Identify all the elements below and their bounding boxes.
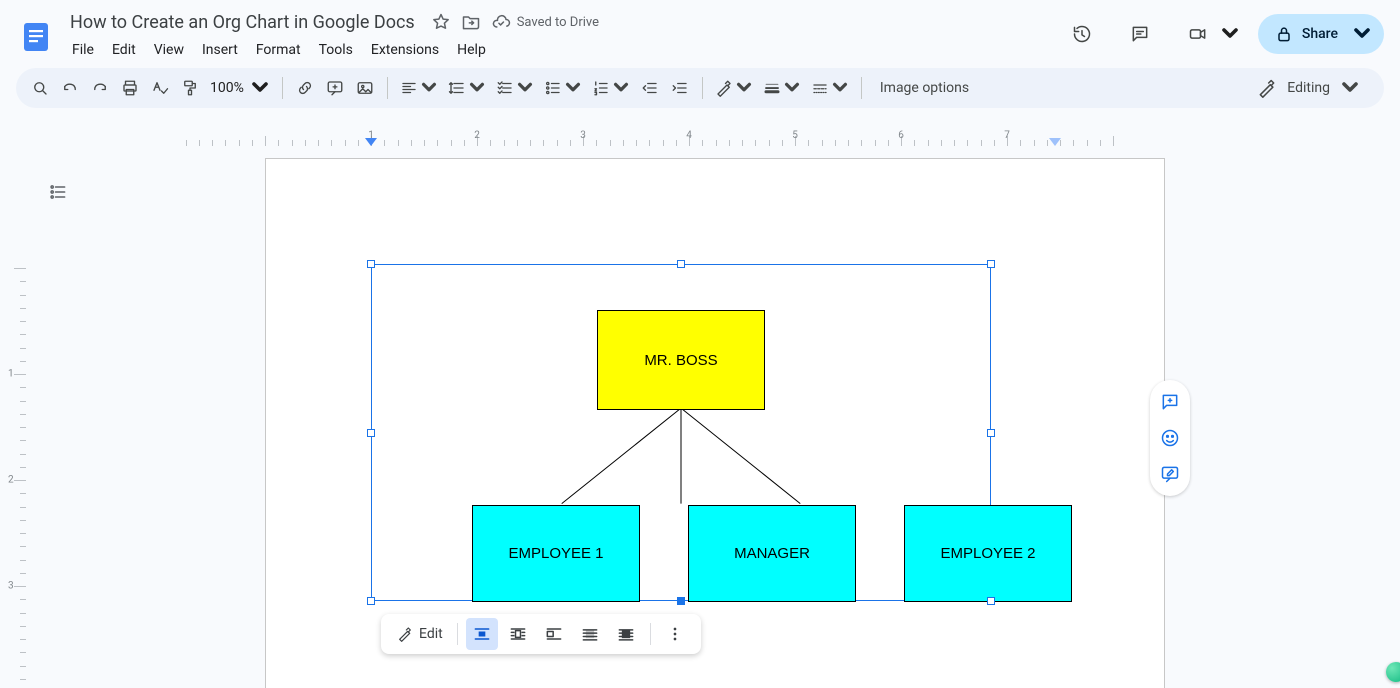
org-node-boss[interactable]: MR. BOSS <box>597 310 765 410</box>
border-weight-dropdown[interactable] <box>759 74 805 102</box>
org-node-manager[interactable]: MANAGER <box>688 505 856 602</box>
spellcheck-icon[interactable] <box>146 74 174 102</box>
menu-extensions[interactable]: Extensions <box>363 38 447 62</box>
insert-image-icon[interactable] <box>351 74 379 102</box>
org-node-employee-2-label: EMPLOYEE 2 <box>940 545 1035 562</box>
search-menus-icon[interactable] <box>26 74 54 102</box>
add-emoji-reaction-icon[interactable] <box>1154 422 1186 454</box>
version-history-icon[interactable] <box>1062 14 1102 54</box>
bulleted-list-dropdown[interactable] <box>540 74 586 102</box>
redo-icon[interactable] <box>86 74 114 102</box>
zoom-value: 100% <box>210 80 244 96</box>
meet-icon[interactable] <box>1178 14 1218 54</box>
decrease-indent-icon[interactable] <box>636 74 664 102</box>
increase-indent-icon[interactable] <box>666 74 694 102</box>
docs-logo[interactable] <box>16 10 56 64</box>
share-label: Share <box>1302 26 1338 42</box>
edit-drawing-label: Edit <box>419 626 443 642</box>
org-node-employee-2[interactable]: EMPLOYEE 2 <box>904 505 1072 602</box>
undo-icon[interactable] <box>56 74 84 102</box>
image-context-toolbar: Edit <box>381 614 701 654</box>
star-icon[interactable] <box>431 12 451 32</box>
add-comment-icon[interactable] <box>321 74 349 102</box>
print-icon[interactable] <box>116 74 144 102</box>
line-spacing-dropdown[interactable] <box>444 74 490 102</box>
org-node-manager-label: MANAGER <box>734 545 810 562</box>
menu-tools[interactable]: Tools <box>311 38 361 62</box>
border-dash-dropdown[interactable] <box>807 74 853 102</box>
main-toolbar: 100% Image options Editing <box>16 68 1384 108</box>
menu-view[interactable]: View <box>146 38 192 62</box>
menu-format[interactable]: Format <box>248 38 309 62</box>
zoom-caret-icon <box>250 78 270 98</box>
org-node-boss-label: MR. BOSS <box>644 352 717 369</box>
image-options-button[interactable]: Image options <box>870 80 979 96</box>
cloud-saved-icon <box>491 12 511 32</box>
horizontal-ruler[interactable]: 1234567 <box>0 130 1400 150</box>
move-to-folder-icon[interactable] <box>461 12 481 32</box>
drawing-selection[interactable]: MR. BOSS EMPLOYEE 1 MANAGER EMPLOYEE 2 <box>371 264 991 601</box>
menu-insert[interactable]: Insert <box>194 38 246 62</box>
in-front-text-icon[interactable] <box>610 618 642 650</box>
wrap-text-icon[interactable] <box>502 618 534 650</box>
zoom-select[interactable]: 100% <box>206 78 274 98</box>
resize-handle-mr[interactable] <box>987 429 995 437</box>
numbered-list-dropdown[interactable] <box>588 74 634 102</box>
open-comments-icon[interactable] <box>1120 14 1160 54</box>
menu-help[interactable]: Help <box>449 38 494 62</box>
behind-text-icon[interactable] <box>574 618 606 650</box>
share-caret-icon[interactable] <box>1352 24 1372 44</box>
add-comment-floating-icon[interactable] <box>1154 386 1186 418</box>
menu-edit[interactable]: Edit <box>104 38 144 62</box>
resize-handle-tl[interactable] <box>367 260 375 268</box>
insert-link-icon[interactable] <box>291 74 319 102</box>
resize-handle-bm[interactable] <box>677 597 685 605</box>
vertical-ruler[interactable]: 123 <box>10 268 32 688</box>
document-title[interactable]: How to Create an Org Chart in Google Doc… <box>64 10 421 35</box>
org-node-employee-1[interactable]: EMPLOYEE 1 <box>472 505 640 602</box>
editing-mode-label: Editing <box>1287 80 1330 96</box>
org-node-employee-1-label: EMPLOYEE 1 <box>508 545 603 562</box>
save-state-text: Saved to Drive <box>517 15 599 30</box>
menu-bar: File Edit View Insert Format Tools Exten… <box>64 36 599 68</box>
share-button[interactable]: Share <box>1258 14 1384 54</box>
pencil-icon <box>1257 78 1277 98</box>
suggest-edits-icon[interactable] <box>1154 458 1186 490</box>
document-page[interactable]: MR. BOSS EMPLOYEE 1 MANAGER EMPLOYEE 2 <box>265 158 1165 688</box>
resize-handle-ml[interactable] <box>367 429 375 437</box>
checklist-dropdown[interactable] <box>492 74 538 102</box>
floating-comment-panel <box>1150 380 1190 496</box>
explore-button[interactable] <box>1386 662 1400 682</box>
menu-file[interactable]: File <box>64 38 102 62</box>
document-outline-icon[interactable] <box>40 174 76 210</box>
lock-icon <box>1274 24 1294 44</box>
editing-mode-caret-icon <box>1340 78 1360 98</box>
paint-format-icon[interactable] <box>176 74 204 102</box>
border-color-dropdown[interactable] <box>711 74 757 102</box>
resize-handle-br[interactable] <box>987 597 995 605</box>
break-text-icon[interactable] <box>538 618 570 650</box>
pencil-icon <box>397 626 413 642</box>
editing-mode-select[interactable]: Editing <box>1243 78 1374 98</box>
meet-caret-icon[interactable] <box>1220 24 1240 44</box>
resize-handle-bl[interactable] <box>367 597 375 605</box>
more-options-icon[interactable] <box>659 618 691 650</box>
resize-handle-tm[interactable] <box>677 260 685 268</box>
resize-handle-tr[interactable] <box>987 260 995 268</box>
edit-drawing-button[interactable]: Edit <box>391 618 449 650</box>
align-dropdown[interactable] <box>396 74 442 102</box>
wrap-inline-icon[interactable] <box>466 618 498 650</box>
